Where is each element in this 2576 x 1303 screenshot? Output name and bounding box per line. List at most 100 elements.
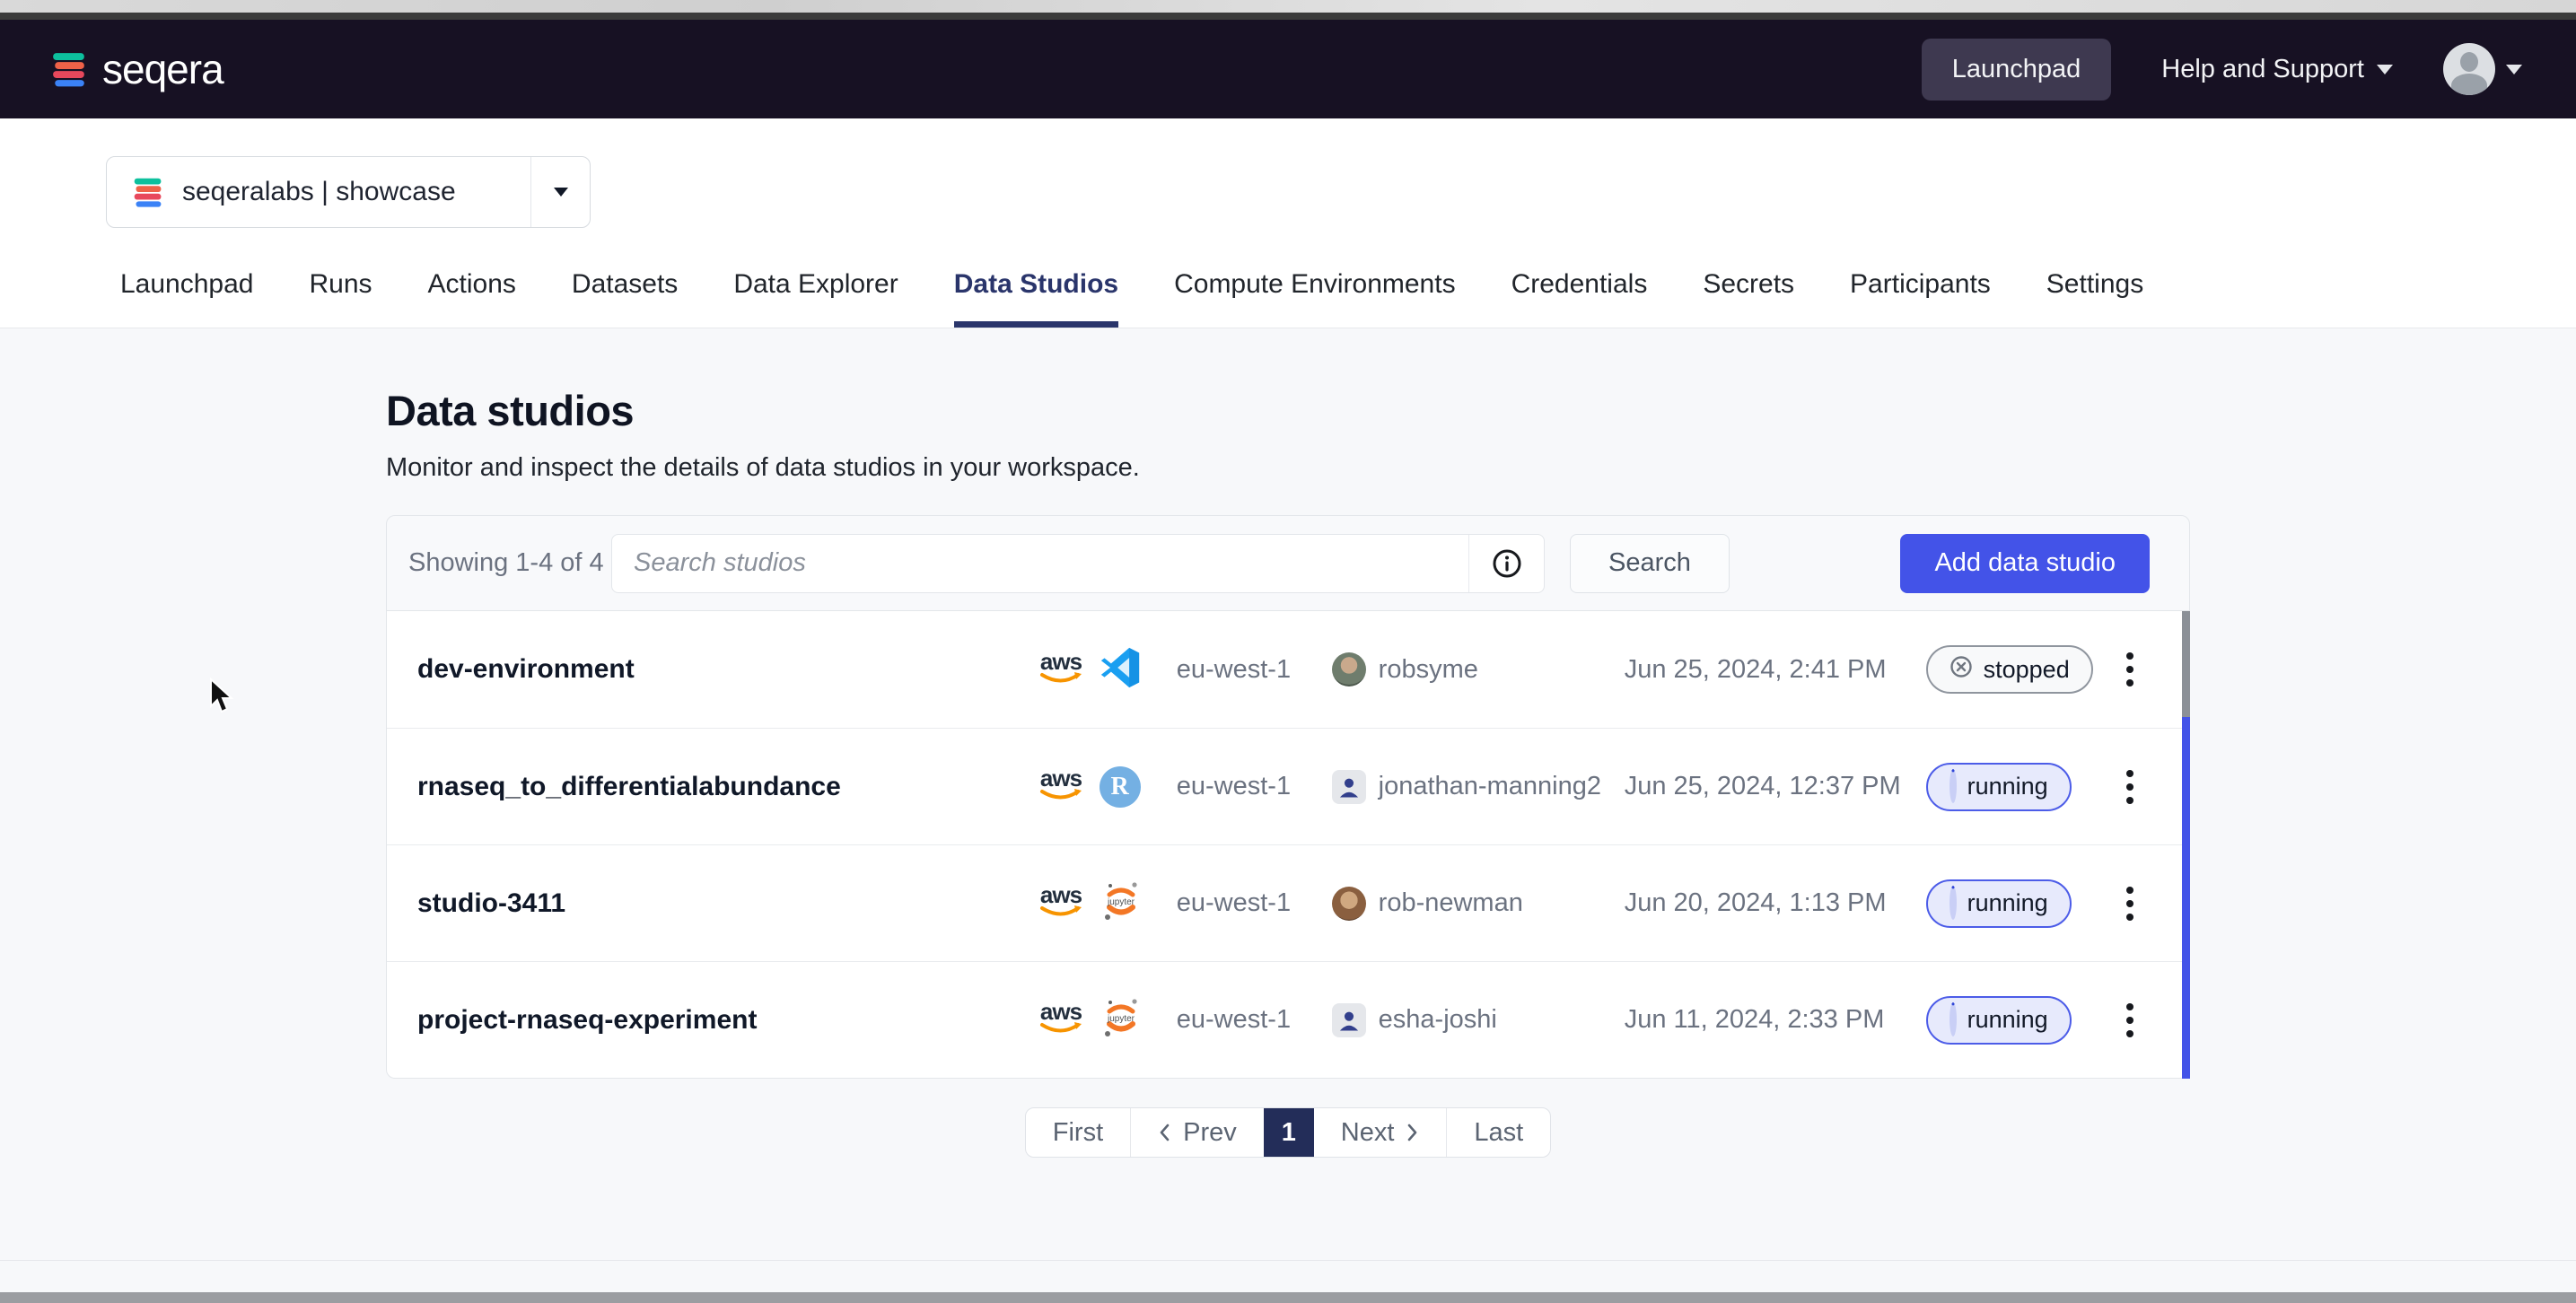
row-menu-button[interactable]	[2121, 765, 2139, 809]
add-data-studio-button[interactable]: Add data studio	[1900, 534, 2150, 593]
studio-user: robsyme	[1332, 652, 1625, 686]
help-label: Help and Support	[2161, 55, 2364, 84]
pagination: First Prev 1 Next Last	[1025, 1107, 1551, 1158]
user-avatar	[1332, 1003, 1366, 1037]
chevron-down-icon	[554, 188, 568, 197]
studio-status-cell: running	[1926, 763, 2121, 811]
jupyter-icon: jupyter	[1100, 879, 1143, 923]
r-studio-icon: R	[1100, 766, 1141, 808]
launchpad-button[interactable]: Launchpad	[1922, 39, 2112, 101]
tab-launchpad[interactable]: Launchpad	[120, 269, 253, 328]
status-badge: running	[1926, 763, 2072, 811]
tab-actions[interactable]: Actions	[428, 269, 516, 328]
svg-text:aws: aws	[1040, 650, 1082, 675]
tab-credentials[interactable]: Credentials	[1511, 269, 1648, 328]
table-row[interactable]: rnaseq_to_differentialabundance aws R eu…	[387, 728, 2189, 844]
studio-date: Jun 25, 2024, 12:37 PM	[1625, 772, 1926, 801]
studio-user: esha-joshi	[1332, 1003, 1625, 1037]
tab-secrets[interactable]: Secrets	[1703, 269, 1794, 328]
showing-count: Showing 1-4 of 4	[408, 548, 611, 578]
table-toolbar: Showing 1-4 of 4 Search Add data studio	[386, 515, 2190, 611]
user-icon	[1337, 1009, 1361, 1032]
row-menu-button[interactable]	[2121, 881, 2139, 926]
scrollbar-thumb[interactable]	[2182, 611, 2190, 717]
studio-user: rob-newman	[1332, 887, 1625, 921]
search-info-button[interactable]	[1468, 535, 1544, 592]
pagination-first[interactable]: First	[1026, 1108, 1131, 1157]
jupyter-icon: jupyter	[1100, 996, 1143, 1039]
user-menu[interactable]	[2443, 43, 2522, 95]
studio-name[interactable]: rnaseq_to_differentialabundance	[417, 772, 1035, 802]
row-menu-button[interactable]	[2121, 647, 2139, 692]
pagination-prev[interactable]: Prev	[1131, 1108, 1264, 1157]
studio-environment-icons: aws	[1035, 647, 1177, 693]
help-and-support-dropdown[interactable]: Help and Support	[2161, 55, 2393, 84]
page-title: Data studios	[0, 328, 2576, 435]
table-row[interactable]: project-rnaseq-experiment aws jupyter eu…	[387, 961, 2189, 1078]
chevron-down-icon	[2506, 65, 2522, 74]
page-subtitle: Monitor and inspect the details of data …	[0, 435, 2576, 483]
aws-icon: aws	[1035, 1000, 1087, 1036]
vscode-icon	[1100, 647, 1141, 688]
studio-user: jonathan-manning2	[1332, 770, 1625, 804]
seqera-brand[interactable]: seqera	[50, 45, 223, 93]
spinner-icon	[1950, 886, 1957, 920]
search-button[interactable]: Search	[1570, 534, 1730, 593]
row-menu-button[interactable]	[2121, 998, 2139, 1043]
workspace-dropdown-toggle[interactable]	[530, 157, 590, 227]
masthead: seqeralabs | showcase Launchpad Runs Actio…	[0, 156, 2576, 328]
studio-status-cell: running	[1926, 879, 2121, 928]
studio-status-cell: running	[1926, 996, 2121, 1045]
studio-environment-icons: aws jupyter	[1035, 879, 1177, 927]
studio-region: eu-west-1	[1177, 655, 1332, 685]
user-avatar	[1332, 770, 1366, 804]
pagination-next[interactable]: Next	[1314, 1108, 1447, 1157]
tab-datasets[interactable]: Datasets	[572, 269, 678, 328]
tab-participants[interactable]: Participants	[1850, 269, 1991, 328]
studios-table-card: Showing 1-4 of 4 Search Add data studio …	[386, 515, 2190, 1079]
pagination-first-label: First	[1053, 1118, 1103, 1148]
studio-date: Jun 25, 2024, 2:41 PM	[1625, 655, 1926, 685]
tab-settings[interactable]: Settings	[2046, 269, 2143, 328]
status-badge: stopped	[1926, 645, 2093, 694]
user-avatar	[1332, 652, 1366, 686]
aws-icon: aws	[1035, 766, 1087, 802]
table-row[interactable]: dev-environment aws eu-west-1 robsyme Ju…	[387, 611, 2189, 728]
pagination-current-page[interactable]: 1	[1264, 1108, 1314, 1157]
tab-runs[interactable]: Runs	[309, 269, 372, 328]
studio-region: eu-west-1	[1177, 1005, 1332, 1035]
workspace-tabs: Launchpad Runs Actions Datasets Data Explore…	[0, 269, 2576, 328]
info-icon	[1492, 548, 1522, 579]
table-row[interactable]: studio-3411 aws jupyter eu-west-1 rob-ne…	[387, 844, 2189, 961]
user-icon	[1337, 775, 1361, 799]
workspace-name: seqeralabs | showcase	[182, 177, 456, 207]
search-input[interactable]	[612, 535, 1468, 592]
table-scrollbar[interactable]	[2182, 611, 2190, 1079]
spinner-icon	[1950, 1002, 1957, 1036]
status-badge: running	[1926, 879, 2072, 928]
search-group	[611, 534, 1545, 593]
svg-text:aws: aws	[1040, 883, 1082, 908]
studio-rows: dev-environment aws eu-west-1 robsyme Ju…	[386, 611, 2190, 1079]
page-footer	[0, 1260, 2576, 1292]
studio-name[interactable]: studio-3411	[417, 888, 1035, 919]
svg-text:aws: aws	[1040, 766, 1082, 791]
workspace-org-icon	[132, 176, 164, 208]
stopped-icon	[1950, 655, 1973, 678]
aws-icon: aws	[1035, 883, 1087, 919]
tab-data-studios[interactable]: Data Studios	[954, 269, 1118, 328]
pagination-last[interactable]: Last	[1446, 1108, 1550, 1157]
studio-status-cell: stopped	[1926, 645, 2121, 694]
window-top-border	[0, 13, 2576, 20]
tab-compute-environments[interactable]: Compute Environments	[1174, 269, 1455, 328]
pagination-prev-label: Prev	[1183, 1118, 1237, 1148]
workspace-selector[interactable]: seqeralabs | showcase	[106, 156, 591, 228]
svg-text:jupyter: jupyter	[1107, 897, 1135, 907]
studio-date: Jun 20, 2024, 1:13 PM	[1625, 888, 1926, 918]
studio-name[interactable]: dev-environment	[417, 654, 1035, 685]
studio-environment-icons: aws jupyter	[1035, 996, 1177, 1044]
pagination-next-label: Next	[1341, 1118, 1395, 1148]
studio-name[interactable]: project-rnaseq-experiment	[417, 1005, 1035, 1036]
tab-data-explorer[interactable]: Data Explorer	[733, 269, 898, 328]
status-badge: running	[1926, 996, 2072, 1045]
